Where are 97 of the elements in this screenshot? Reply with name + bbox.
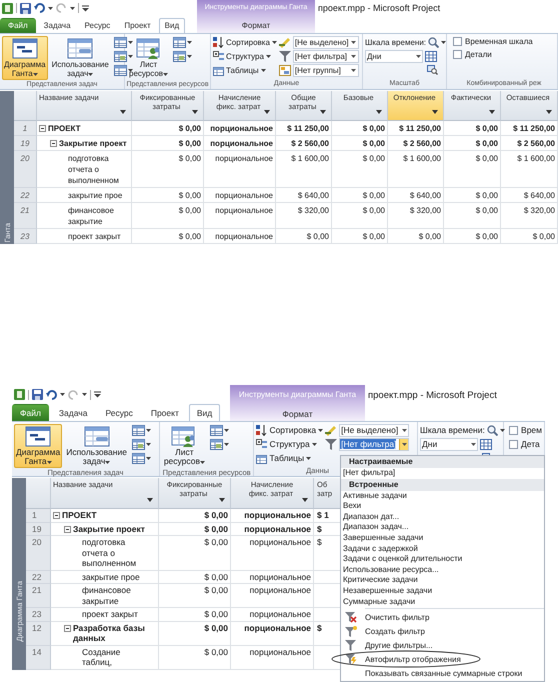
window-title: проект.mpp - Microsoft Project	[367, 389, 497, 403]
row-number: 14	[26, 646, 51, 670]
table-cell: порциональное	[204, 136, 276, 151]
row-number: 19	[26, 522, 51, 536]
task-name: Закрытие проект	[59, 138, 127, 149]
table-cell: $ 11 250,00	[388, 121, 444, 136]
table-cell: $ 0,00	[332, 136, 388, 151]
table-cell: порциональное	[204, 151, 276, 188]
table-cell: $ 0,00	[132, 136, 204, 151]
table-cell: порциональное	[231, 509, 314, 522]
table-cell: $ 0,00	[159, 522, 231, 536]
table-cell: $ 11 250,00	[501, 121, 558, 136]
checkbox-label: Дета	[521, 439, 540, 449]
table-cell: $ 320,00	[276, 203, 332, 229]
table-cell: порциональное	[231, 622, 314, 646]
task-name: закрытие прое	[68, 190, 122, 201]
table-cell: $ 0,00	[332, 151, 388, 188]
task-name: подготовка отчета о выполненном	[68, 153, 119, 186]
table-cell: $ 0,00	[132, 188, 204, 203]
row-number: 12	[26, 622, 51, 646]
task-name: Закрытие проект	[73, 524, 145, 534]
table-cell: $ 2 560,00	[501, 136, 558, 151]
task-name: Разработка базы данных	[73, 622, 145, 644]
table-cell: $ 0,00	[332, 229, 388, 244]
row-number: 23	[14, 229, 37, 244]
window-title: проект.mpp - Microsoft Project	[317, 2, 440, 15]
table-cell: порциональное	[204, 203, 276, 229]
table-cell: $ 320,00	[501, 203, 558, 229]
table-cell: $ 1 600,00	[388, 151, 444, 188]
row-number: 21	[26, 584, 51, 608]
task-name: финансовое закрытие	[82, 585, 131, 606]
table-cell: $ 2 560,00	[276, 136, 332, 151]
table-cell: порциональное	[204, 229, 276, 244]
table-cell: $ 0,00	[444, 203, 501, 229]
table-cell: порциональное	[231, 536, 314, 570]
table-cell: порциональное	[204, 121, 276, 136]
row-number: 20	[14, 151, 37, 188]
table-cell: $ 0,00	[444, 188, 501, 203]
task-name: ПРОЕКТ	[48, 123, 81, 134]
row-number: 22	[14, 188, 37, 203]
table-cell: $ 640,00	[388, 188, 444, 203]
table-cell: $ 0,00	[159, 536, 231, 570]
task-name: финансовое закрытие	[68, 205, 114, 227]
table-cell: порциональное	[231, 584, 314, 608]
table-cell: $ 0,00	[332, 188, 388, 203]
row-number: 19	[14, 136, 37, 151]
table-cell: $ 1 600,00	[501, 151, 558, 188]
table-cell: $ 0,00	[501, 229, 558, 244]
menu-section-header: Настраиваемые	[341, 456, 544, 468]
task-name: закрытие прое	[82, 572, 140, 582]
table-cell: $ 0,00	[444, 151, 501, 188]
row-number: 20	[26, 536, 51, 570]
checkbox-label: Детали	[465, 50, 492, 59]
row-number: 22	[26, 570, 51, 584]
task-name: Создание таблиц,	[82, 646, 120, 668]
table-cell: $ 0,00	[332, 203, 388, 229]
menu-section-header: Встроенные	[341, 478, 544, 491]
table-cell: $ 1 600,00	[276, 151, 332, 188]
table-cell: $ 0,00	[444, 229, 501, 244]
table-cell: $ 11 250,00	[276, 121, 332, 136]
timescale-label: Шкала времени:	[420, 425, 485, 435]
table-cell: $ 2 560,00	[388, 136, 444, 151]
table-cell: $ 0,00	[444, 121, 501, 136]
checkbox-label: Врем	[521, 425, 542, 435]
task-name: ПРОЕКТ	[62, 510, 97, 520]
table-cell: $ 0,00	[388, 229, 444, 244]
row-number: 23	[26, 608, 51, 622]
table-cell: порциональное	[231, 646, 314, 670]
row-number: 1	[26, 509, 51, 522]
table-cell: $ 640,00	[501, 188, 558, 203]
task-name: проект закрыт	[68, 231, 121, 242]
table-cell: $ 0,00	[444, 136, 501, 151]
table-cell: $ 0,00	[159, 608, 231, 622]
table-cell: порциональное	[231, 522, 314, 536]
table-cell: $ 0,00	[159, 570, 231, 584]
table-cell: $ 0,00	[332, 121, 388, 136]
table-cell: $ 320,00	[388, 203, 444, 229]
table-cell: порциональное	[231, 570, 314, 584]
table-cell: $ 0,00	[132, 203, 204, 229]
task-name: подготовка отчета о выполненном	[82, 537, 136, 568]
timescale-label: Шкала времени:	[365, 38, 426, 46]
checkbox-label: Временная шкала	[465, 37, 533, 46]
table-cell: $ 0,00	[159, 509, 231, 522]
row-number: 1	[14, 121, 37, 136]
table-cell: $ 0,00	[159, 646, 231, 670]
table-cell: $ 0,00	[132, 229, 204, 244]
table-cell: $ 0,00	[159, 622, 231, 646]
table-cell: $ 0,00	[132, 121, 204, 136]
row-number: 21	[14, 203, 37, 229]
table-cell: $ 640,00	[276, 188, 332, 203]
context-tab-header: Инструменты диаграммы Ганта	[238, 389, 358, 401]
table-cell: $ 0,00	[276, 229, 332, 244]
table-cell: $ 0,00	[132, 151, 204, 188]
table-cell: порциональное	[231, 608, 314, 622]
task-name: проект закрыт	[82, 609, 138, 620]
table-cell: $ 0,00	[159, 584, 231, 608]
table-cell: порциональное	[204, 188, 276, 203]
